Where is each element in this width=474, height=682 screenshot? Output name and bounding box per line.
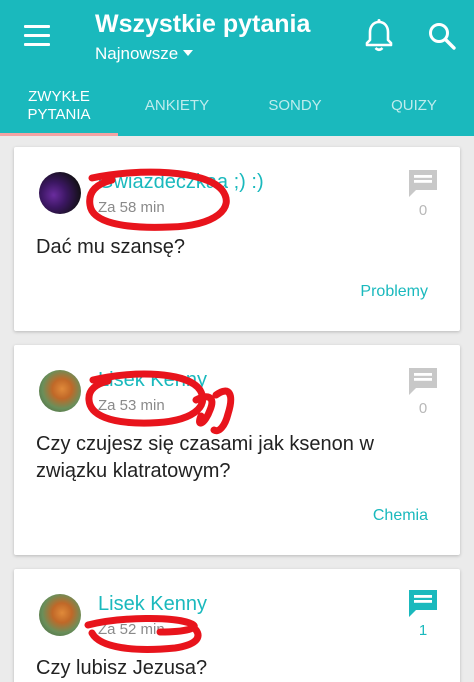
answer-count: 0 [418,202,428,219]
tab-zwykle-pytania[interactable]: ZWYKŁE PYTANIA [0,78,118,133]
answer-count: 0 [418,400,428,417]
question-text[interactable]: Dać mu szansę? [36,234,416,261]
category-link[interactable]: Problemy [360,283,428,301]
author-name[interactable]: Lisek Kenny [98,369,207,392]
avatar[interactable] [39,172,81,214]
tab-sondy[interactable]: SONDY [236,78,354,133]
tab-quizy[interactable]: QUIZY [354,78,474,133]
avatar[interactable] [39,594,81,636]
page-title: Wszystkie pytania [95,10,311,38]
tab-ankiety[interactable]: ANKIETY [118,78,236,133]
post-time: Za 58 min [98,199,165,216]
author-name[interactable]: Gwiazdeczkaa ;) :) [98,171,264,194]
sort-dropdown[interactable]: Najnowsze [95,44,194,64]
question-card[interactable]: Lisek Kenny Za 52 min 1 Czy lubisz Jezus… [14,569,460,682]
chat-icon [409,170,437,197]
question-card[interactable]: Gwiazdeczkaa ;) :) Za 58 min 0 Dać mu sz… [14,147,460,331]
active-tab-indicator [0,133,118,136]
search-icon[interactable] [426,20,458,52]
post-time: Za 53 min [98,397,165,414]
sort-label: Najnowsze [95,44,179,63]
chat-icon [409,590,437,617]
author-name[interactable]: Lisek Kenny [98,593,207,616]
answer-count: 1 [418,622,428,639]
tab-bar: ZWYKŁE PYTANIA ANKIETY SONDY QUIZY [0,78,474,136]
avatar[interactable] [39,370,81,412]
chat-icon [409,368,437,395]
bell-icon[interactable] [364,18,394,52]
question-text[interactable]: Czy lubisz Jezusa? [36,655,416,682]
post-time: Za 52 min [98,621,165,638]
caret-down-icon [183,50,194,56]
question-card[interactable]: Lisek Kenny Za 53 min 0 Czy czujesz się … [14,345,460,555]
menu-icon[interactable] [20,22,54,50]
app-bar: Wszystkie pytania Najnowsze ZWYKŁE PYTAN… [0,0,474,136]
question-text[interactable]: Czy czujesz się czasami jak ksenon w zwi… [36,431,416,485]
category-link[interactable]: Chemia [373,507,428,525]
